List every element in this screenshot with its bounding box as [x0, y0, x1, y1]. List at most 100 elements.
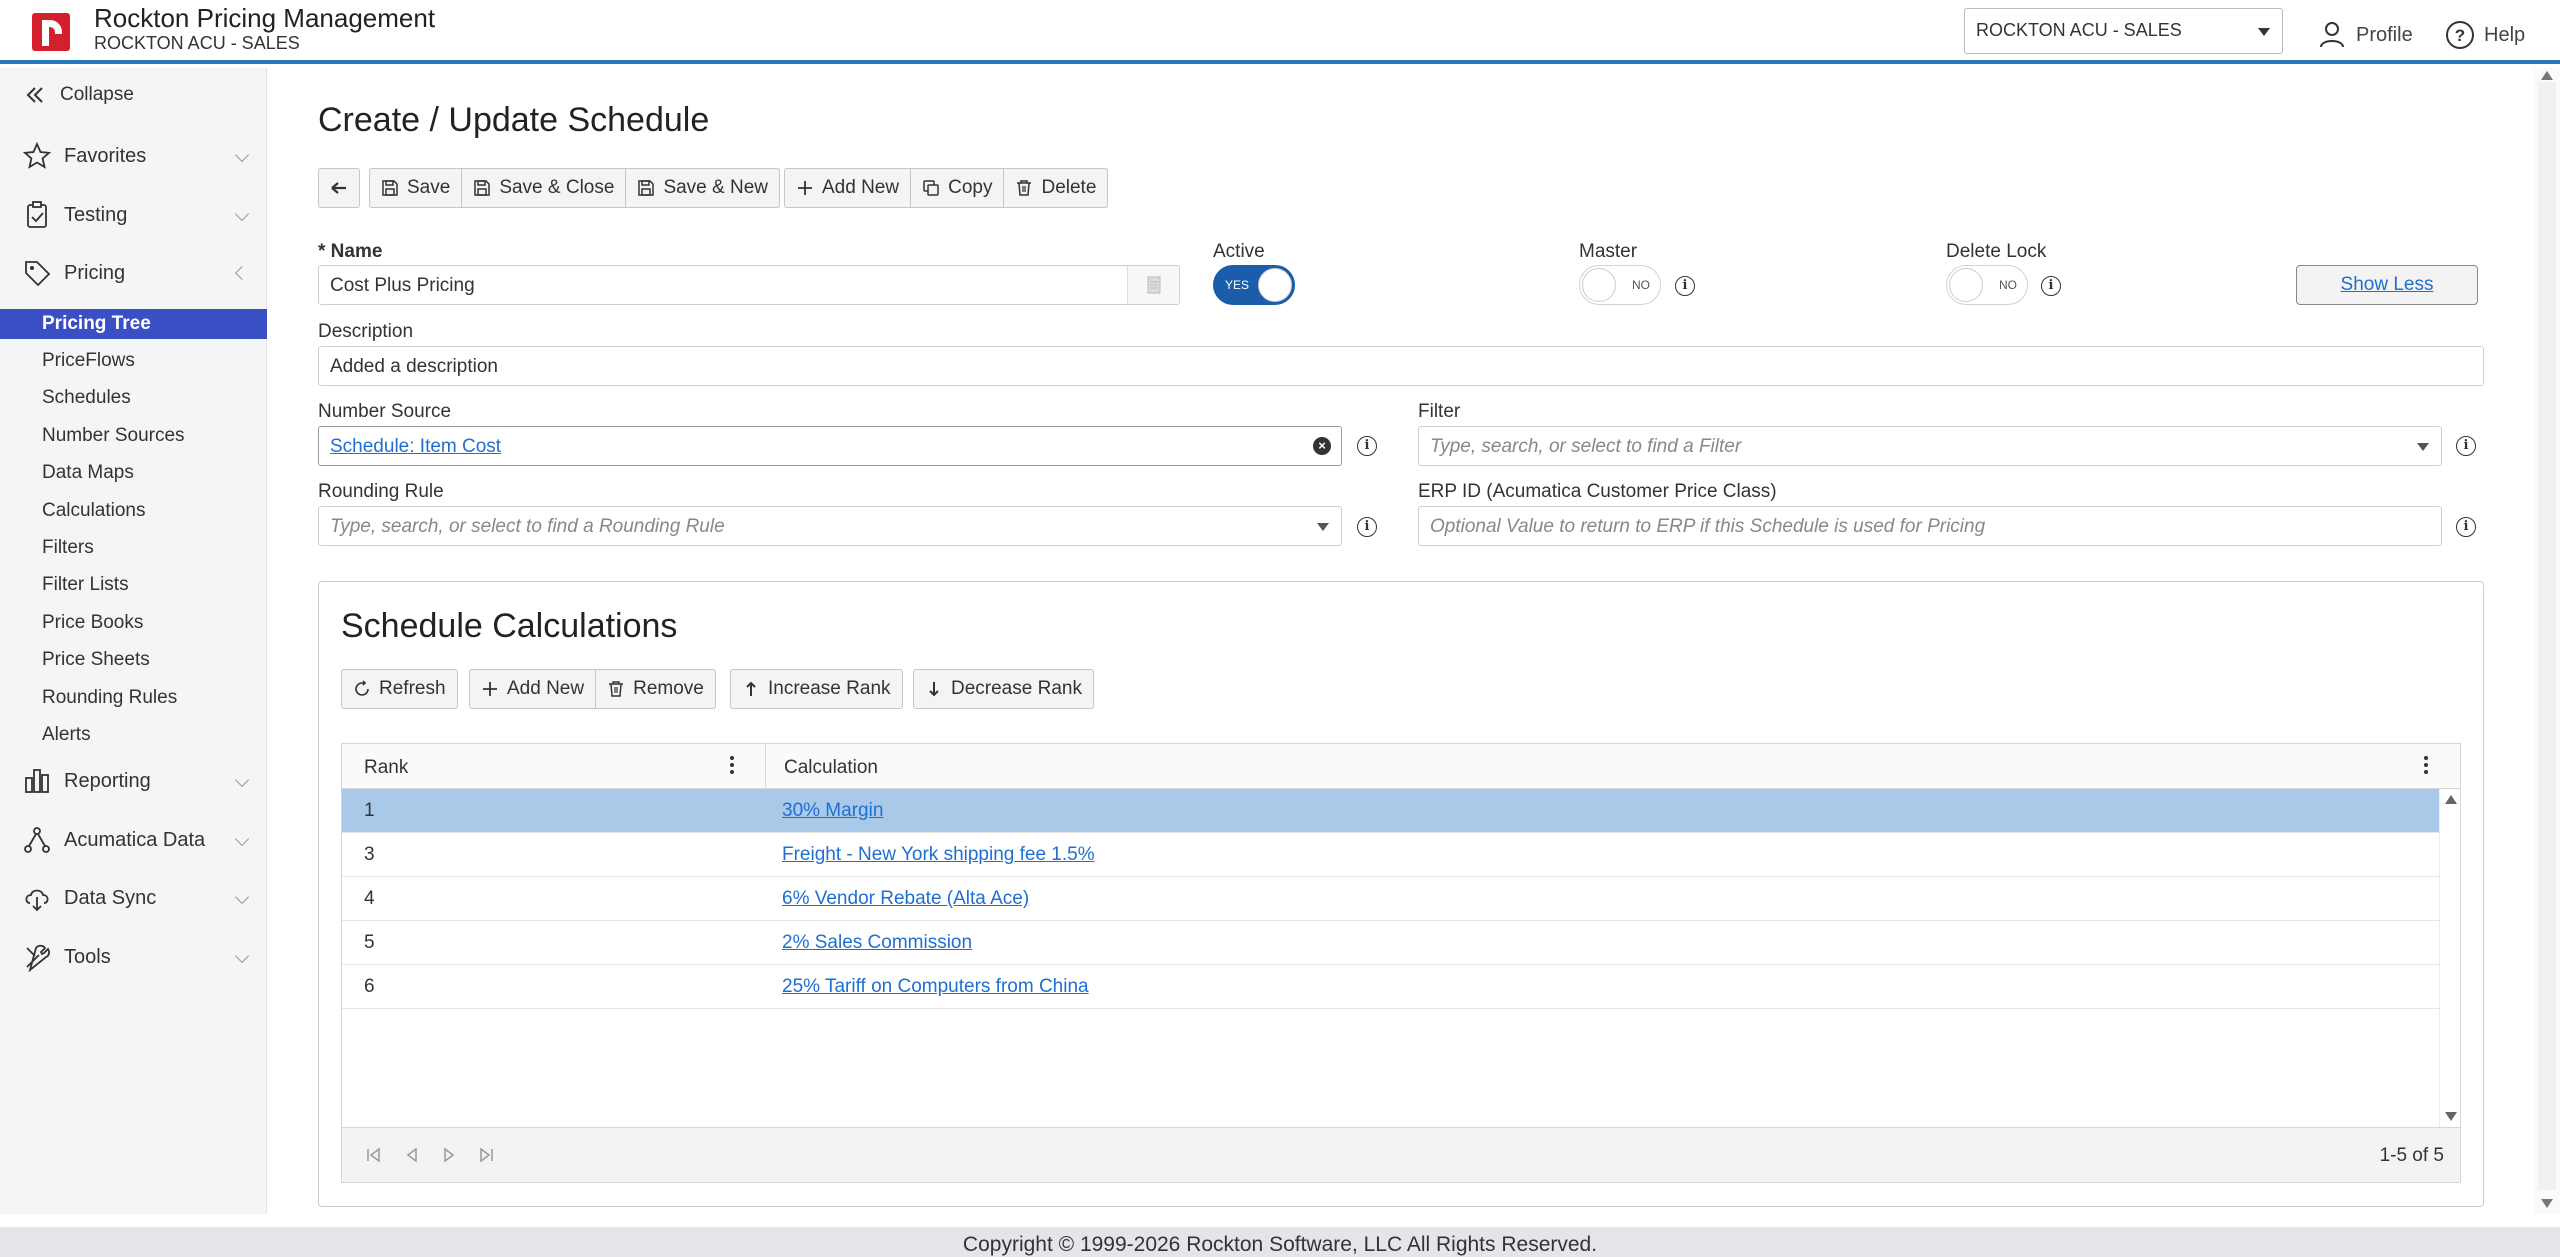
info-icon[interactable]: i [2456, 436, 2476, 456]
translate-button[interactable] [1127, 266, 1179, 304]
delete-button[interactable]: Delete [1004, 169, 1107, 207]
sidebar-item-pricing-tree[interactable]: Pricing Tree [0, 309, 267, 339]
table-row[interactable]: 4 6% Vendor Rebate (Alta Ace) [342, 877, 2439, 921]
column-header-calculation[interactable]: Calculation [784, 757, 878, 779]
add-calculation-button[interactable]: Add New [470, 670, 597, 708]
calculation-link[interactable]: 6% Vendor Rebate (Alta Ace) [782, 888, 1029, 910]
sidebar-group-favorites[interactable]: Favorites [22, 136, 250, 176]
sidebar-item-calculations[interactable]: Calculations [0, 496, 267, 526]
sidebar-group-pricing[interactable]: Pricing [22, 253, 250, 293]
collapse-button[interactable]: Collapse [24, 84, 134, 106]
chevron-down-icon [234, 147, 250, 163]
delete-lock-toggle[interactable]: NO [1946, 265, 2028, 305]
grid-header: Rank Calculation [342, 744, 2460, 789]
sidebar-group-label: Reporting [64, 769, 151, 792]
company-select[interactable]: ROCKTON ACU - SALES [1964, 8, 2283, 54]
table-row[interactable]: 1 30% Margin [342, 789, 2439, 833]
page-title: Create / Update Schedule [318, 101, 710, 139]
profile-link[interactable]: Profile [2316, 19, 2413, 51]
column-header-rank[interactable]: Rank [364, 757, 408, 779]
sidebar-item-data-maps[interactable]: Data Maps [0, 458, 267, 488]
sidebar-item-schedules[interactable]: Schedules [0, 383, 267, 413]
calculation-link[interactable]: 25% Tariff on Computers from China [782, 976, 1089, 998]
number-source-input[interactable]: Schedule: Item Cost × [318, 426, 1342, 466]
scroll-thumb[interactable] [2538, 82, 2556, 1190]
last-page-icon[interactable] [476, 1145, 496, 1165]
sidebar-group-reporting[interactable]: Reporting [22, 761, 250, 801]
save-close-button[interactable]: Save & Close [462, 169, 627, 207]
rounding-rule-placeholder: Type, search, or select to find a Roundi… [330, 516, 725, 537]
calculation-link[interactable]: 30% Margin [782, 800, 883, 822]
clear-icon[interactable]: × [1313, 437, 1331, 455]
rows-toolbar: Add New Remove [469, 669, 716, 709]
master-toggle[interactable]: NO [1579, 265, 1661, 305]
info-icon[interactable]: i [1675, 276, 1695, 296]
chevron-down-icon[interactable] [1317, 523, 1329, 531]
previous-page-icon[interactable] [402, 1145, 422, 1165]
scroll-up-icon[interactable] [2445, 795, 2457, 804]
increase-rank-button[interactable]: Increase Rank [731, 670, 902, 708]
info-icon[interactable]: i [2041, 276, 2061, 296]
info-icon[interactable]: i [1357, 517, 1377, 537]
save-new-button[interactable]: Save & New [626, 169, 779, 207]
description-input[interactable]: Added a description [318, 346, 2484, 386]
sidebar-item-alerts[interactable]: Alerts [0, 720, 267, 750]
chevron-down-icon[interactable] [2417, 443, 2429, 451]
add-new-button[interactable]: Add New [785, 169, 912, 207]
next-page-icon[interactable] [439, 1145, 459, 1165]
chevron-left-icon [234, 265, 250, 281]
sidebar-item-priceflows[interactable]: PriceFlows [0, 346, 267, 376]
calculation-link[interactable]: Freight - New York shipping fee 1.5% [782, 844, 1095, 866]
scroll-down-icon[interactable] [2445, 1112, 2457, 1121]
decrease-rank-button[interactable]: Decrease Rank [914, 670, 1093, 708]
add-calculation-label: Add New [507, 678, 585, 699]
number-source-value[interactable]: Schedule: Item Cost [330, 436, 501, 457]
info-icon[interactable]: i [2456, 517, 2476, 537]
scroll-down-icon[interactable] [2541, 1199, 2553, 1208]
remove-button[interactable]: Remove [596, 670, 715, 708]
sidebar-item-filter-lists[interactable]: Filter Lists [0, 570, 267, 600]
back-button[interactable] [319, 169, 359, 207]
sidebar-group-testing[interactable]: Testing [22, 195, 250, 235]
help-link[interactable]: ? Help [2444, 19, 2525, 51]
refresh-button[interactable]: Refresh [342, 670, 457, 708]
plus-icon [483, 682, 497, 696]
pager-count: 1-5 of 5 [2379, 1145, 2444, 1166]
save-button[interactable]: Save [370, 169, 463, 207]
sidebar-group-tools[interactable]: Tools [22, 937, 250, 977]
sidebar-item-price-books[interactable]: Price Books [0, 608, 267, 638]
sidebar-item-filters[interactable]: Filters [0, 533, 267, 563]
filter-input[interactable]: Type, search, or select to find a Filter [1418, 426, 2442, 466]
sidebar-group-acumatica-data[interactable]: Acumatica Data [22, 820, 250, 860]
save-close-label: Save & Close [499, 177, 615, 198]
copy-label: Copy [948, 177, 993, 198]
grid-scrollbar[interactable] [2439, 789, 2460, 1127]
rounding-rule-input[interactable]: Type, search, or select to find a Roundi… [318, 506, 1342, 546]
erp-id-input[interactable]: Optional Value to return to ERP if this … [1418, 506, 2442, 546]
sidebar-item-rounding-rules[interactable]: Rounding Rules [0, 683, 267, 713]
first-page-icon[interactable] [364, 1145, 384, 1165]
calculation-link[interactable]: 2% Sales Commission [782, 932, 972, 954]
info-icon[interactable]: i [1357, 436, 1377, 456]
table-row[interactable]: 3 Freight - New York shipping fee 1.5% [342, 833, 2439, 877]
column-menu-icon[interactable] [730, 756, 734, 776]
floppy-disk-icon [474, 180, 491, 196]
copy-button[interactable]: Copy [911, 169, 1005, 207]
name-input[interactable]: Cost Plus Pricing [318, 265, 1180, 305]
table-row[interactable]: 6 25% Tariff on Computers from China [342, 965, 2439, 1009]
floppy-disk-icon [638, 180, 655, 196]
rank-cell: 6 [364, 976, 375, 997]
sidebar-item-price-sheets[interactable]: Price Sheets [0, 645, 267, 675]
column-menu-icon[interactable] [2424, 756, 2428, 776]
active-toggle-value: YES [1225, 278, 1250, 292]
table-row[interactable]: 5 2% Sales Commission [342, 921, 2439, 965]
active-toggle[interactable]: YES [1213, 265, 1295, 305]
scroll-up-icon[interactable] [2541, 71, 2553, 80]
sidebar-group-data-sync[interactable]: Data Sync [22, 878, 250, 918]
chevron-down-icon [2258, 28, 2270, 36]
increase-rank-label: Increase Rank [768, 678, 891, 699]
rockton-logo-icon[interactable] [32, 13, 70, 51]
page-scrollbar[interactable] [2534, 68, 2560, 1214]
show-less-button[interactable]: Show Less [2296, 265, 2478, 305]
sidebar-item-number-sources[interactable]: Number Sources [0, 421, 267, 451]
